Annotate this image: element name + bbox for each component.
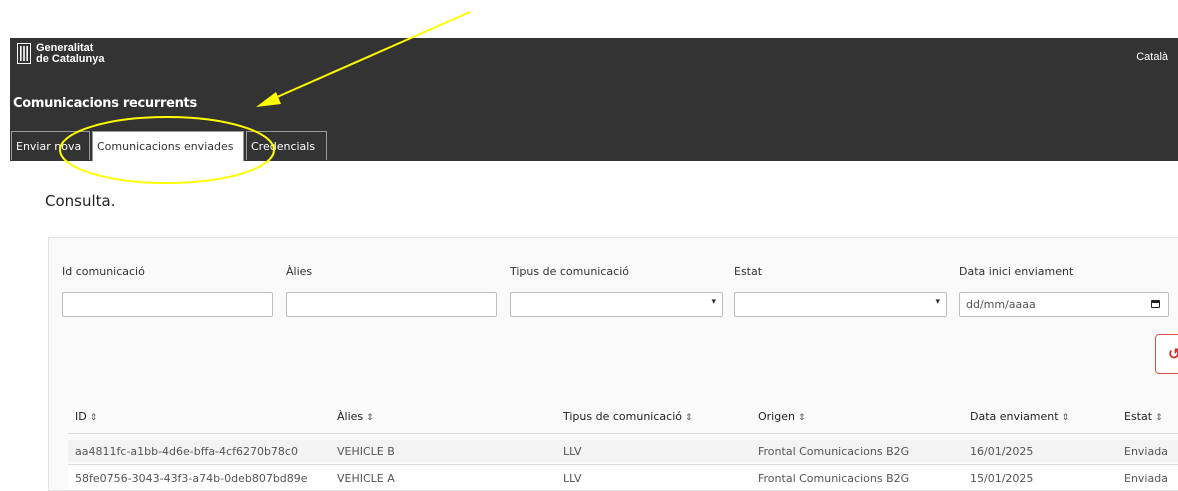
estat-label: Estat [734, 265, 763, 278]
id-comunicacio-input[interactable] [62, 292, 273, 317]
sort-icon: ⇕ [366, 413, 374, 423]
cell-origen: Frontal Comunicacions B2G [758, 472, 910, 485]
cell-tipus: LLV [563, 445, 582, 458]
logo-line-2: de Catalunya [36, 53, 105, 65]
table-divider [68, 464, 1178, 465]
chevron-down-icon: ▾ [935, 297, 940, 307]
col-header-id[interactable]: ID ⇕ [75, 410, 97, 423]
tab-enviar-nova[interactable]: Enviar nova [11, 131, 90, 160]
cell-estat: Enviada [1124, 445, 1168, 458]
col-header-tipus[interactable]: Tipus de comunicació ⇕ [563, 410, 693, 423]
sort-icon: ⇕ [797, 413, 806, 423]
generalitat-logo[interactable]: Generalitat de Catalunya [17, 43, 104, 65]
col-header-data[interactable]: Data enviament ⇕ [970, 410, 1069, 423]
date-placeholder: dd/mm/aaaa [966, 298, 1036, 311]
data-inici-label: Data inici enviament [959, 265, 1074, 278]
col-header-origen[interactable]: Origen ⇕ [758, 410, 806, 423]
alies-label: Àlies [286, 265, 313, 278]
cell-id: 58fe0756-3043-43f3-a74b-0deb807bd89e [75, 472, 308, 485]
undo-icon: ↺ [1168, 345, 1178, 363]
tab-credencials[interactable]: Credencials [246, 131, 327, 160]
app-header: Generalitat de Catalunya Català Comunica… [10, 38, 1178, 161]
alies-input[interactable] [286, 292, 497, 317]
cell-data: 15/01/2025 [970, 472, 1034, 485]
cell-data: 16/01/2025 [970, 445, 1034, 458]
language-selector[interactable]: Català [1136, 51, 1168, 63]
tipus-comunicacio-label: Tipus de comunicació [510, 265, 629, 278]
id-comunicacio-label: Id comunicació [62, 265, 145, 278]
sort-icon: ⇕ [89, 413, 98, 423]
cell-alies: VEHICLE A [337, 472, 395, 485]
cell-tipus: LLV [563, 472, 582, 485]
calendar-icon[interactable] [1151, 300, 1160, 308]
table-divider [68, 433, 1178, 434]
sort-icon: ⇕ [1155, 413, 1163, 423]
generalitat-emblem-icon [17, 43, 31, 64]
estat-select[interactable]: ▾ [734, 292, 947, 317]
cell-alies: VEHICLE B [337, 445, 395, 458]
cell-estat: Enviada [1124, 472, 1168, 485]
sort-icon: ⇕ [1061, 413, 1070, 423]
page-heading: Consulta. [45, 192, 116, 210]
tab-bar: Enviar nova Comunicacions enviades Crede… [11, 131, 327, 161]
chevron-down-icon: ▾ [711, 297, 716, 307]
tab-comunicacions-enviades[interactable]: Comunicacions enviades [92, 131, 244, 161]
col-header-estat[interactable]: Estat ⇕ [1124, 410, 1163, 423]
tipus-comunicacio-select[interactable]: ▾ [510, 292, 723, 317]
cell-id: aa4811fc-a1bb-4d6e-bffa-4cf6270b78c0 [75, 445, 298, 458]
data-inici-input[interactable]: dd/mm/aaaa [959, 292, 1169, 317]
cell-origen: Frontal Comunicacions B2G [758, 445, 910, 458]
reset-filters-button[interactable]: ↺ [1155, 334, 1178, 374]
sort-icon: ⇕ [684, 413, 693, 423]
app-title: Comunicacions recurrents [13, 96, 197, 111]
col-header-alies[interactable]: Àlies ⇕ [337, 410, 374, 423]
